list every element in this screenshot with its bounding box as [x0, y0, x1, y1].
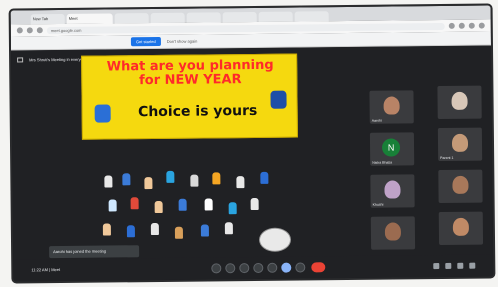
participant-name: Khushi — [372, 202, 384, 207]
reload-icon[interactable] — [36, 27, 43, 34]
browser-tab[interactable]: New Tab — [30, 13, 65, 25]
participant-video — [452, 175, 469, 194]
participant-video — [384, 222, 402, 241]
participant-video — [383, 96, 400, 115]
figure-clipart-icon — [144, 177, 153, 190]
figure-clipart-icon — [174, 226, 183, 239]
more-options-icon[interactable] — [295, 262, 306, 273]
figure-clipart-icon — [212, 172, 221, 185]
info-icon[interactable] — [433, 263, 440, 270]
figure-clipart-icon — [236, 176, 245, 189]
participant-tile[interactable] — [437, 85, 482, 120]
slide-title: What are you planning for NEW YEAR — [90, 58, 290, 89]
figure-clipart-icon — [228, 202, 237, 215]
participant-tile[interactable]: Parent 1 — [437, 127, 483, 162]
figure-clipart-icon — [250, 197, 259, 211]
cartoon-clipart-icon — [94, 104, 111, 123]
back-icon[interactable] — [16, 27, 23, 34]
figure-clipart-icon — [190, 174, 199, 187]
participant-tile[interactable]: N Nisha Bhatia — [369, 132, 415, 166]
get-started-button[interactable]: Get started — [130, 36, 161, 47]
bookmark-star-icon[interactable] — [448, 22, 455, 29]
browser-tab-active[interactable]: Meet — [66, 13, 113, 24]
raise-hand-icon[interactable] — [253, 262, 264, 273]
layout-icon[interactable] — [17, 56, 24, 62]
end-call-button[interactable] — [311, 262, 326, 273]
participant-name: Nisha Bhatia — [372, 160, 393, 165]
people-icon[interactable] — [445, 262, 452, 269]
cartoon-clipart-icon — [270, 90, 287, 109]
captions-icon[interactable] — [239, 263, 250, 274]
slide-title-line2: for NEW YEAR — [138, 72, 242, 89]
participant-video — [451, 133, 469, 152]
figure-clipart-icon — [204, 198, 213, 211]
activities-icon[interactable] — [469, 262, 476, 269]
slide-subtitle: Choice is yours — [137, 102, 258, 121]
figure-clipart-icon — [150, 222, 159, 236]
participant-avatar: N — [381, 138, 401, 157]
figure-clipart-icon — [200, 224, 209, 237]
figure-clipart-icon — [154, 200, 163, 214]
join-notification-toast: Aarohi has joined the meeting — [49, 245, 140, 259]
participant-tile[interactable]: Aarohi — [369, 90, 414, 124]
figure-clipart-icon — [126, 225, 135, 238]
figure-clipart-icon — [108, 199, 117, 212]
figure-clipart-icon — [166, 170, 175, 183]
chat-icon[interactable] — [457, 262, 464, 269]
meeting-title: Mrs Shruti's Meeting in everyone — [29, 56, 88, 62]
figure-clipart-icon — [178, 198, 187, 211]
browser-tab[interactable] — [150, 12, 185, 24]
participant-name: Parent 1 — [440, 155, 454, 161]
participant-video — [451, 91, 468, 110]
figure-clipart-icon — [102, 223, 111, 236]
profile-avatar[interactable] — [468, 22, 475, 29]
figure-clipart-icon — [122, 173, 131, 186]
participant-tile[interactable]: Khushi — [370, 174, 415, 208]
camera-icon[interactable] — [225, 263, 236, 274]
browser-tab[interactable] — [258, 11, 293, 22]
microphone-icon[interactable] — [211, 263, 222, 274]
figure-clipart-icon — [260, 171, 269, 184]
browser-tab[interactable] — [186, 12, 221, 23]
presenting-active-icon[interactable] — [281, 262, 292, 273]
figure-clipart-icon — [130, 197, 139, 210]
browser-tab[interactable] — [222, 11, 257, 23]
meeting-time: 11:22 AM | Meet — [31, 267, 61, 273]
monitor-screen: New Tab Meet meet.google.com Get started… — [10, 5, 494, 282]
dismiss-banner-link[interactable]: Don't show again — [167, 39, 198, 44]
browser-menu-icon[interactable] — [478, 22, 485, 29]
meeting-controls-bar: 11:22 AM | Meet — [13, 254, 494, 282]
figure-clipart-icon — [224, 222, 233, 235]
present-screen-icon[interactable] — [267, 262, 278, 273]
participant-video — [384, 180, 401, 199]
browser-tab[interactable] — [294, 11, 329, 22]
shared-presentation-slide: What are you planning for NEW YEAR Choic… — [81, 53, 298, 140]
participant-tile[interactable] — [438, 211, 484, 246]
browser-tab[interactable] — [114, 13, 149, 24]
forward-icon[interactable] — [26, 27, 33, 34]
participant-tile[interactable] — [370, 216, 416, 250]
participant-tile[interactable] — [438, 169, 483, 204]
figure-clipart-icon — [104, 175, 113, 188]
participant-video — [452, 217, 469, 236]
participant-name: Aarohi — [371, 118, 382, 123]
extensions-icon[interactable] — [458, 22, 465, 29]
